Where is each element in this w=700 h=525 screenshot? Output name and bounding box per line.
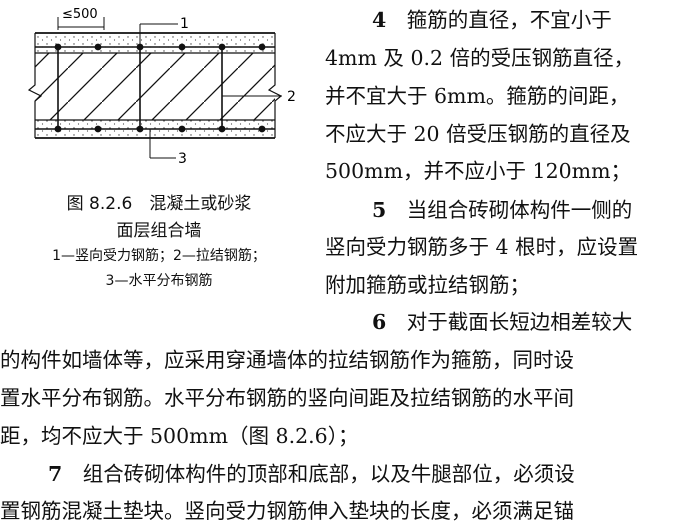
clause-5-line2: 竖向受力钢筋多于 4 根时，应设置	[325, 235, 639, 259]
clause-4-line4: 不应大于 20 倍受压钢筋的直径及	[325, 122, 631, 146]
clause-5-line1: 5 当组合砖砌体构件一侧的	[372, 198, 633, 222]
figure-caption: 图 8.2.6 混凝土或砂浆	[66, 194, 252, 214]
clause-6-line2: 的构件如墙体等，应采用穿通墙体的拉结钢筋作为箍筋，同时设	[0, 348, 574, 372]
clause-6-line4: 距，均不应大于 500mm（图 8.2.6）；	[0, 424, 359, 448]
clause-5-line3: 附加箍筋或拉结钢筋；	[325, 273, 530, 297]
figure-caption-line2: 面层组合墙	[116, 221, 202, 241]
clause-4-line2: 4mm 及 0.2 倍的受压钢筋直径，	[325, 46, 635, 70]
callout-3: 3	[178, 151, 187, 167]
dimension-label: ≤500	[62, 7, 98, 22]
clause-7-line1: 7 组合砖砌体构件的顶部和底部，以及牛腿部位，必须设	[48, 462, 575, 486]
clause-4-line1: 4 箍筋的直径，不宜小于	[372, 8, 612, 32]
callout-2: 2	[287, 89, 296, 105]
spacing-dimension: ≤500	[57, 7, 105, 30]
wall-section-figure: ≤500 1 2 3	[27, 7, 296, 167]
clause-7-line2: 置钢筋混凝土垫块。竖向受力钢筋伸入垫块的长度，必须满足锚	[0, 499, 574, 523]
brick-core	[35, 53, 275, 120]
top-concrete-layer	[35, 33, 275, 53]
figure-legend-line2: 3—水平分布钢筋	[105, 273, 213, 289]
callout-1: 1	[180, 16, 189, 32]
clause-4-line3: 并不宜大于 6mm。箍筋的间距，	[325, 84, 630, 108]
figure-legend-line1: 1—竖向受力钢筋；2—拉结钢筋；	[52, 248, 266, 264]
clause-6-line3: 置水平分布钢筋。水平分布钢筋的竖向间距及拉结钢筋的水平间	[0, 386, 574, 410]
clause-6-line1: 6 对于截面长短边相差较大	[372, 310, 633, 334]
clause-4-line5: 500mm，并不应小于 120mm；	[325, 159, 632, 183]
